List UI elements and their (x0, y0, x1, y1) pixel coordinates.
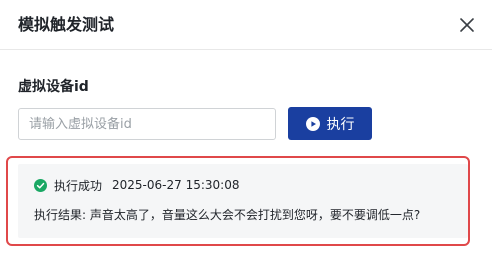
result-message: 执行结果: 声音太高了，音量这么大会不会打扰到您呀，要不要调低一点? (34, 208, 421, 222)
result-status-row: 执行成功 2025-06-27 15:30:08 (34, 176, 239, 194)
simulate-trigger-dialog: 模拟触发测试 虚拟设备id 执行 执行成功 (0, 0, 492, 260)
execute-button-label: 执行 (326, 116, 355, 133)
device-id-input[interactable] (18, 108, 276, 140)
close-button[interactable] (456, 14, 478, 36)
execute-button[interactable]: 执行 (288, 107, 372, 140)
dialog-title: 模拟触发测试 (18, 15, 115, 34)
close-icon (460, 18, 474, 32)
result-status-text: 执行成功 (54, 178, 103, 193)
play-circle-icon (305, 116, 320, 131)
dialog-header: 模拟触发测试 (0, 0, 492, 50)
device-id-label: 虚拟设备id (18, 79, 89, 95)
result-panel: 执行成功 2025-06-27 15:30:08 执行结果: 声音太高了，音量这… (18, 164, 468, 238)
check-circle-icon (34, 178, 47, 192)
result-timestamp: 2025-06-27 15:30:08 (112, 178, 240, 192)
